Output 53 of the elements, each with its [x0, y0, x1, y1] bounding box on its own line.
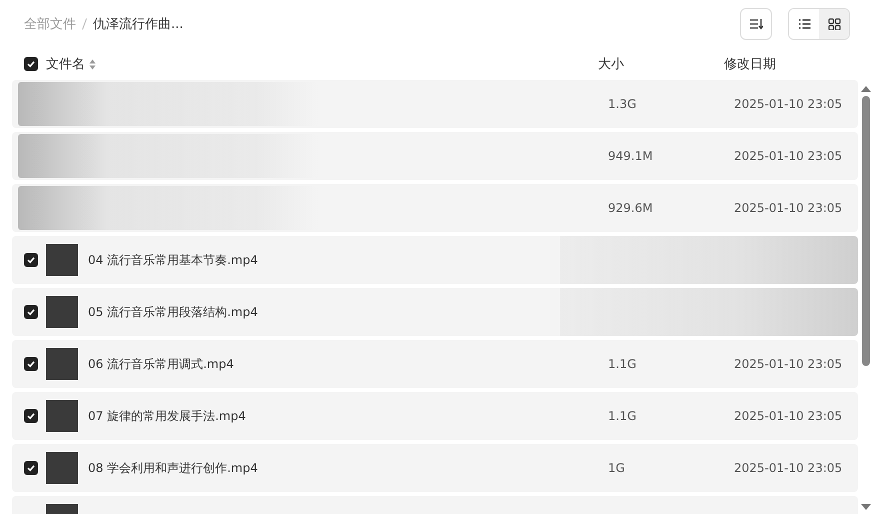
file-size: 949.1M: [608, 149, 654, 163]
column-header[interactable]: 大小: [598, 55, 724, 73]
file-row[interactable]: 949.1M 2025-01-10 23:05: [12, 132, 858, 180]
file-name: 08 学会利用和声进行创作.mp4: [88, 460, 259, 476]
file-row[interactable]: 1.3G 2025-01-10 23:05: [12, 80, 858, 128]
file-row[interactable]: 08 学会利用和声进行创作.mp4 1G 2025-01-10 23:05: [12, 444, 858, 492]
checkbox[interactable]: [24, 461, 38, 475]
file-row[interactable]: 06 流行音乐常用调式.mp4 1.1G 2025-01-10 23:05: [12, 340, 858, 388]
checkbox[interactable]: [24, 409, 38, 423]
sort-icon: [749, 18, 763, 30]
file-size: 1.3G: [608, 97, 638, 111]
file-size: 1.1G: [608, 357, 638, 371]
breadcrumb-link[interactable]: 仇泽流行作曲...: [93, 15, 184, 33]
file-row[interactable]: 07 旋律的常用发展手法.mp4 1.1G 2025-01-10 23:05: [12, 392, 858, 440]
checkmark-icon: [26, 59, 36, 69]
column-header[interactable]: 修改日期: [724, 55, 834, 73]
checkmark-icon: [26, 359, 36, 369]
modified-date: 2025-01-10 23:05: [734, 357, 844, 371]
photo-placeholder: [46, 296, 78, 328]
checkmark-icon: [26, 411, 36, 421]
file-name: 06 流行音乐常用调式.mp4: [88, 356, 235, 372]
sort-button[interactable]: [740, 8, 772, 40]
list-icon: [798, 18, 810, 30]
checkmark-icon: [26, 307, 36, 317]
file-row[interactable]: 929.6M 2025-01-10 23:05: [12, 184, 858, 232]
photo-placeholder: [46, 400, 78, 432]
file-size: 929.6M: [608, 201, 654, 215]
modified-date: 2025-01-10 23:05: [734, 201, 844, 215]
file-name: 04 流行音乐常用基本节奏.mp4: [88, 252, 259, 268]
checkbox[interactable]: [24, 57, 38, 71]
modified-date: 2025-01-10 23:05: [734, 149, 844, 163]
modified-date: 2025-01-10 23:05: [734, 461, 844, 475]
modified-date: 2025-01-10 23:05: [734, 97, 844, 111]
file-name: 05 流行音乐常用段落结构.mp4: [88, 304, 259, 320]
photo-placeholder: [46, 452, 78, 484]
checkbox[interactable]: [24, 305, 38, 319]
checkmark-icon: [26, 255, 36, 265]
grid-view-button[interactable]: [819, 9, 849, 39]
checkbox[interactable]: [24, 357, 38, 371]
column-header[interactable]: 文件名: [46, 55, 85, 73]
grid-icon: [828, 18, 840, 30]
file-size: 1.1G: [608, 409, 638, 423]
checkbox[interactable]: [24, 253, 38, 267]
slash-icon: [82, 18, 87, 30]
photo-placeholder: [46, 244, 78, 276]
modified-date: 2025-01-10 23:05: [734, 409, 844, 423]
file-row[interactable]: 04 流行音乐常用基本节奏.mp4: [12, 236, 858, 284]
checkmark-icon: [26, 463, 36, 473]
file-name: 07 旋律的常用发展手法.mp4: [88, 408, 247, 424]
sort-arrows-icon[interactable]: [89, 58, 96, 70]
photo-placeholder: [46, 348, 78, 380]
file-row[interactable]: 05 流行音乐常用段落结构.mp4: [12, 288, 858, 336]
file-size: 1G: [608, 461, 626, 475]
